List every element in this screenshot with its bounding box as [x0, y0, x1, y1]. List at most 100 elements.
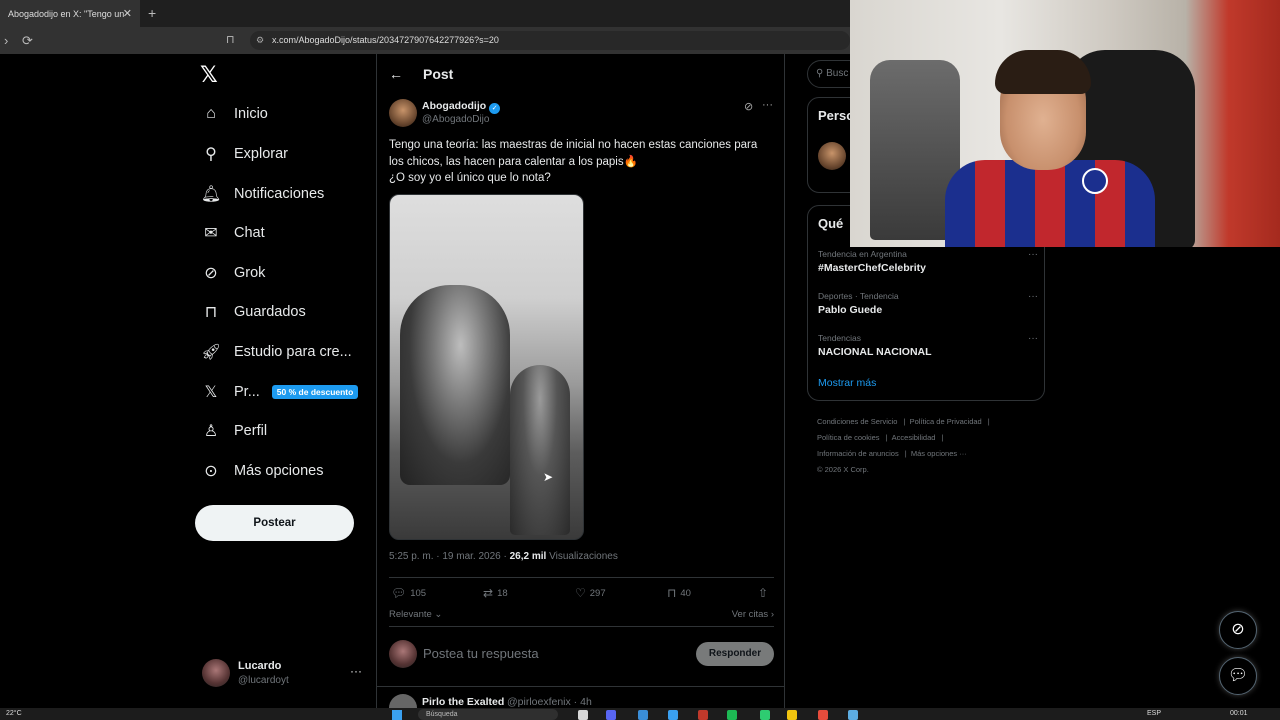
nav-label: Pr...: [234, 384, 260, 400]
os-taskbar: 22°C Búsqueda ESP 00:01: [0, 708, 1280, 720]
footer-link[interactable]: Más opciones ···: [911, 449, 967, 458]
site-settings-icon[interactable]: ⚙: [256, 31, 264, 50]
like-button[interactable]: ♡ 297: [575, 586, 606, 600]
reply-submit-button[interactable]: Responder: [696, 642, 774, 666]
mouse-cursor-icon: ➤: [543, 470, 554, 484]
search-icon: ⚲: [816, 68, 827, 79]
trend-item[interactable]: Tendencias NACIONAL NACIONAL ···: [818, 333, 1038, 363]
sort-label: Relevante: [389, 609, 432, 620]
post-timestamp[interactable]: 5:25 p. m. · 19 mar. 2026 ·: [389, 551, 510, 562]
system-clock[interactable]: 00:01: [1230, 710, 1248, 717]
footer-link[interactable]: Política de Privacidad: [910, 417, 982, 426]
bookmark-count: 40: [680, 587, 691, 599]
nav-label: Notificaciones: [234, 186, 325, 202]
more-icon[interactable]: ···: [762, 99, 773, 111]
x-logo-icon[interactable]: 𝕏: [200, 62, 224, 87]
folder-icon[interactable]: [787, 710, 797, 720]
author-name-text: Abogadodijo: [422, 100, 487, 112]
nav-item-chat[interactable]: ✉ Chat: [200, 218, 265, 248]
reply-input[interactable]: Postea tu respuesta: [423, 646, 539, 661]
taskbar-search[interactable]: Búsqueda: [418, 709, 558, 720]
view-quotes-link[interactable]: Ver citas ›: [732, 609, 774, 620]
spotify-icon[interactable]: [727, 710, 737, 720]
discord-icon[interactable]: [606, 710, 616, 720]
app-icon[interactable]: [848, 710, 858, 720]
forward-icon[interactable]: ›: [4, 33, 8, 48]
tab-close-icon[interactable]: ✕: [123, 7, 132, 20]
grok-fab-icon[interactable]: ⊘: [1219, 611, 1257, 649]
post-actions: 💬︎ 105 ⇄ 18 ♡ 297 ⊓ 40 ⇧: [389, 586, 774, 604]
new-tab-button[interactable]: +: [148, 5, 156, 21]
discount-badge: 50 % de descuento: [271, 385, 359, 399]
chrome-icon[interactable]: [818, 710, 828, 720]
nav-item-profile[interactable]: ♙ Perfil: [200, 416, 267, 446]
page-title: Post: [423, 66, 454, 82]
footer-link[interactable]: Accesibilidad: [892, 433, 936, 442]
share-button[interactable]: ⇧: [758, 586, 772, 600]
quotes-label: Ver citas: [731, 609, 769, 620]
browser-tab[interactable]: Abogadodijo en X: "Tengo un ✕: [0, 0, 140, 27]
post-text-line: Tengo una teoría: las maestras de inicia…: [389, 139, 758, 168]
author-handle[interactable]: @AbogadoDijo: [422, 114, 489, 125]
chat-fab-icon[interactable]: 💬︎: [1219, 657, 1257, 695]
video-frame-figure: [510, 365, 570, 535]
sort-dropdown[interactable]: Relevante ⌄: [389, 609, 442, 620]
whatsapp-icon[interactable]: [760, 710, 770, 720]
account-name: Lucardo: [238, 660, 282, 672]
file-explorer-icon[interactable]: [578, 710, 588, 720]
nav-label: Inicio: [234, 106, 268, 122]
tab-title: Abogadodijo en X: "Tengo un: [8, 8, 125, 19]
language-indicator[interactable]: ESP: [1147, 710, 1161, 717]
footer-link[interactable]: Política de cookies: [817, 433, 880, 442]
trend-item[interactable]: Tendencia en Argentina #MasterChefCelebr…: [818, 249, 1038, 279]
avatar[interactable]: [389, 99, 417, 127]
nav-item-premium[interactable]: 𝕏 Pr... 50 % de descuento: [200, 377, 359, 407]
weather-temp[interactable]: 22°C: [6, 710, 22, 717]
reply-composer: Postea tu respuesta Responder: [389, 639, 774, 669]
nav-item-grok[interactable]: ⊘ Grok: [200, 258, 265, 288]
nav-item-bookmarks[interactable]: ⊓ Guardados: [200, 297, 306, 327]
post-detail-column: ← Post Abogadodijo ✓ @AbogadoDijo ⊘ ··· T…: [376, 54, 785, 720]
more-icon[interactable]: ···: [1028, 249, 1038, 260]
account-switcher[interactable]: Lucardo @lucardoyt ···: [202, 658, 367, 690]
nav-label: Explorar: [234, 146, 288, 162]
bookmark-page-icon[interactable]: ⊓: [226, 33, 235, 46]
home-icon: ⌂: [206, 105, 216, 122]
post-text-line: ¿O soy yo el único que lo nota?: [389, 172, 551, 184]
edge-icon[interactable]: [668, 710, 678, 720]
show-more-link[interactable]: Mostrar más: [818, 377, 876, 389]
bookmark-button[interactable]: ⊓ 40: [667, 586, 691, 600]
footer-link[interactable]: Información de anuncios: [817, 449, 899, 458]
more-icon[interactable]: ···: [1028, 333, 1038, 344]
nav-item-more[interactable]: ⊙ Más opciones: [200, 456, 323, 486]
app-icon[interactable]: [638, 710, 648, 720]
windows-start-icon[interactable]: [392, 710, 402, 720]
post-text: Tengo una teoría: las maestras de inicia…: [389, 137, 774, 187]
nav-item-creator-studio[interactable]: 🚀︎ Estudio para cre...: [200, 337, 352, 367]
author-name[interactable]: Abogadodijo ✓: [422, 100, 501, 114]
reply-button[interactable]: 💬︎ 105: [391, 586, 426, 600]
reload-icon[interactable]: ⟳: [22, 33, 33, 49]
nav-label: Chat: [234, 225, 265, 241]
views-count: 26,2 mil: [509, 551, 547, 562]
nav-item-notifications[interactable]: 🔔︎ Notificaciones: [200, 179, 324, 209]
back-arrow-icon[interactable]: ←: [389, 66, 403, 82]
grok-icon[interactable]: ⊘: [744, 100, 753, 113]
avatar[interactable]: [818, 142, 846, 170]
chevron-down-icon: ⌄: [431, 609, 443, 620]
club-crest: [1082, 168, 1108, 194]
nav-item-home[interactable]: ⌂ Inicio: [200, 99, 268, 129]
url-field[interactable]: ⚙ x.com/AbogadoDijo/status/2034727907642…: [250, 31, 850, 50]
more-icon[interactable]: ···: [350, 664, 362, 678]
divider: [389, 626, 774, 627]
post-button[interactable]: Postear: [195, 505, 354, 541]
nav-label: Estudio para cre...: [234, 344, 352, 360]
footer-link[interactable]: Condiciones de Servicio: [817, 417, 897, 426]
post-video[interactable]: ➤: [389, 194, 584, 540]
share-icon: ⇧: [758, 586, 769, 600]
repost-button[interactable]: ⇄ 18: [483, 586, 508, 600]
nav-item-explore[interactable]: ⚲ Explorar: [200, 139, 288, 169]
trend-item[interactable]: Deportes · Tendencia Pablo Guede ···: [818, 291, 1038, 321]
app-icon[interactable]: [698, 710, 708, 720]
more-icon[interactable]: ···: [1028, 291, 1038, 302]
